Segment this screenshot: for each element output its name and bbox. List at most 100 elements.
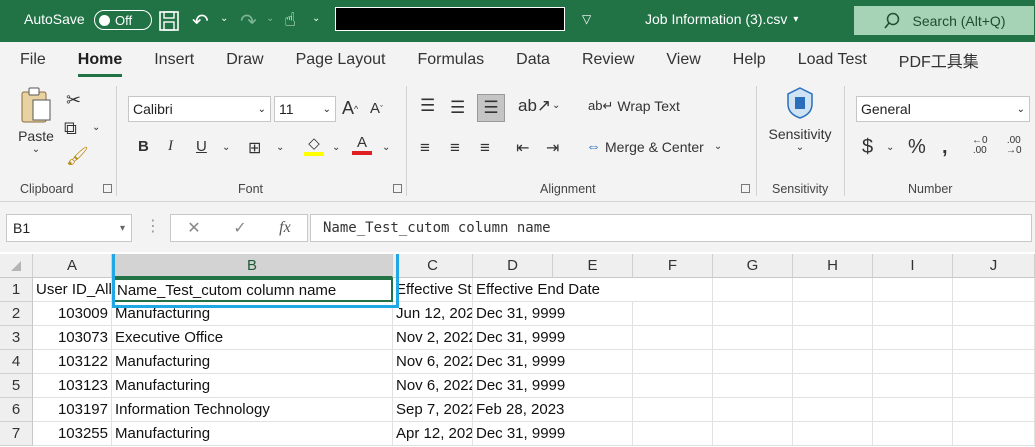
align-center-icon[interactable]: ≡ xyxy=(450,138,460,158)
tab-data[interactable]: Data xyxy=(516,51,550,69)
tab-review[interactable]: Review xyxy=(582,51,634,69)
row-header[interactable]: 5 xyxy=(0,374,33,398)
copy-icon[interactable]: ⧉ xyxy=(64,118,77,139)
row-header[interactable]: 7 xyxy=(0,422,33,446)
row-header[interactable]: 3 xyxy=(0,326,33,350)
select-all-corner[interactable] xyxy=(0,254,33,278)
filename[interactable]: Job Information (3).csv ▾ xyxy=(645,11,798,27)
ribbon-display-icon[interactable]: ▽ xyxy=(582,12,591,26)
tab-home[interactable]: Home xyxy=(77,51,123,77)
clipboard-launcher-icon[interactable] xyxy=(103,184,112,193)
orientation-icon[interactable]: ab↗ xyxy=(518,96,551,116)
currency-icon[interactable]: $ xyxy=(862,136,873,159)
cell-b1[interactable]: Name_Test_cutom column name xyxy=(112,278,393,302)
format-painter-icon[interactable]: 🖌 xyxy=(66,146,89,167)
tab-load-test[interactable]: Load Test xyxy=(798,51,867,69)
column-header-g[interactable]: G xyxy=(713,254,793,278)
empty-cell[interactable] xyxy=(713,350,793,374)
column-header-i[interactable]: I xyxy=(873,254,953,278)
empty-cell[interactable] xyxy=(713,398,793,422)
empty-cell[interactable] xyxy=(633,350,713,374)
empty-cell[interactable] xyxy=(793,398,873,422)
undo-icon[interactable]: ↶ xyxy=(192,9,209,34)
row-header[interactable]: 1 xyxy=(0,278,33,302)
customize-qat-chevron-icon[interactable]: ⌄ xyxy=(312,13,320,24)
cell-c4[interactable]: Nov 6, 2022 xyxy=(393,350,473,374)
underline-chevron-icon[interactable]: ⌄ xyxy=(222,142,230,153)
column-header-f[interactable]: F xyxy=(633,254,713,278)
cell-a7[interactable]: 103255 xyxy=(33,422,112,446)
top-align-icon[interactable]: ☰ xyxy=(420,96,435,116)
autosave-toggle[interactable]: Off xyxy=(94,10,152,30)
currency-chevron-icon[interactable]: ⌄ xyxy=(886,142,894,153)
empty-cell[interactable] xyxy=(713,278,793,302)
save-icon[interactable] xyxy=(158,10,180,32)
empty-cell[interactable] xyxy=(953,326,1035,350)
number-format-select[interactable]: General ⌄ xyxy=(856,96,1030,122)
empty-cell[interactable] xyxy=(793,326,873,350)
merge-center-button[interactable]: ⇔ Merge & Center ⌄ xyxy=(586,138,722,155)
wrap-text-button[interactable]: ab↵ Wrap Text xyxy=(588,98,680,114)
tab-help[interactable]: Help xyxy=(733,51,766,69)
insert-function-icon[interactable]: fx xyxy=(279,219,291,237)
touch-mode-icon[interactable]: ☝ xyxy=(284,9,296,32)
tab-page-layout[interactable]: Page Layout xyxy=(296,51,386,69)
search-box[interactable]: Search (Alt+Q) xyxy=(854,6,1034,35)
align-left-icon[interactable]: ≡ xyxy=(420,138,430,158)
empty-cell[interactable] xyxy=(873,398,953,422)
underline-icon[interactable]: U xyxy=(196,138,207,155)
increase-font-icon[interactable]: A ^ xyxy=(342,98,358,119)
cell-a2[interactable]: 103009 xyxy=(33,302,112,326)
cell-b3[interactable]: Executive Office xyxy=(112,326,393,350)
empty-cell[interactable] xyxy=(713,422,793,446)
cell-b4[interactable]: Manufacturing xyxy=(112,350,393,374)
cell-d6[interactable]: Feb 28, 2023 xyxy=(473,398,633,422)
cell-c1[interactable]: Effective Start Date xyxy=(393,278,473,302)
column-header-h[interactable]: H xyxy=(793,254,873,278)
cell-b6[interactable]: Information Technology xyxy=(112,398,393,422)
sensitivity-button[interactable]: Sensitivity ⌄ xyxy=(764,86,836,153)
empty-cell[interactable] xyxy=(793,278,873,302)
empty-cell[interactable] xyxy=(953,350,1035,374)
empty-cell[interactable] xyxy=(953,302,1035,326)
empty-cell[interactable] xyxy=(633,422,713,446)
middle-align-icon[interactable]: ☰ xyxy=(450,98,465,118)
row-header[interactable]: 4 xyxy=(0,350,33,374)
cell-d1[interactable]: Effective End Date xyxy=(473,278,633,302)
alignment-launcher-icon[interactable] xyxy=(741,184,750,193)
empty-cell[interactable] xyxy=(633,374,713,398)
empty-cell[interactable] xyxy=(633,302,713,326)
cell-b7[interactable]: Manufacturing xyxy=(112,422,393,446)
cell-d2[interactable]: Dec 31, 9999 xyxy=(473,302,633,326)
tab-file[interactable]: File xyxy=(20,51,46,69)
empty-cell[interactable] xyxy=(953,278,1035,302)
paste-button[interactable]: Paste ⌄ xyxy=(14,86,58,155)
cell-c6[interactable]: Sep 7, 2022 xyxy=(393,398,473,422)
undo-chevron-icon[interactable]: ⌄ xyxy=(220,13,228,24)
copy-chevron-icon[interactable]: ⌄ xyxy=(92,122,100,133)
column-header-d[interactable]: D xyxy=(473,254,553,278)
empty-cell[interactable] xyxy=(873,302,953,326)
increase-indent-icon[interactable]: ⇥ xyxy=(546,138,559,158)
formula-input[interactable]: Name_Test_cutom column name xyxy=(310,214,1032,242)
empty-cell[interactable] xyxy=(953,374,1035,398)
empty-cell[interactable] xyxy=(793,422,873,446)
cell-c3[interactable]: Nov 2, 2022 xyxy=(393,326,473,350)
column-header-j[interactable]: J xyxy=(953,254,1035,278)
cell-a4[interactable]: 103122 xyxy=(33,350,112,374)
orientation-chevron-icon[interactable]: ⌄ xyxy=(552,100,560,111)
tab-insert[interactable]: Insert xyxy=(154,51,194,69)
tab-view[interactable]: View xyxy=(666,51,700,69)
fill-color-chevron-icon[interactable]: ⌄ xyxy=(332,142,340,153)
italic-icon[interactable]: I xyxy=(168,138,173,155)
empty-cell[interactable] xyxy=(793,350,873,374)
empty-cell[interactable] xyxy=(793,374,873,398)
empty-cell[interactable] xyxy=(873,350,953,374)
cell-b5[interactable]: Manufacturing xyxy=(112,374,393,398)
cell-b2[interactable]: Manufacturing xyxy=(112,302,393,326)
borders-icon[interactable]: ⊞ xyxy=(248,138,261,158)
cell-c2[interactable]: Jun 12, 2022 xyxy=(393,302,473,326)
comma-style-icon[interactable]: , xyxy=(942,136,948,159)
column-header-e[interactable]: E xyxy=(553,254,633,278)
empty-cell[interactable] xyxy=(873,374,953,398)
